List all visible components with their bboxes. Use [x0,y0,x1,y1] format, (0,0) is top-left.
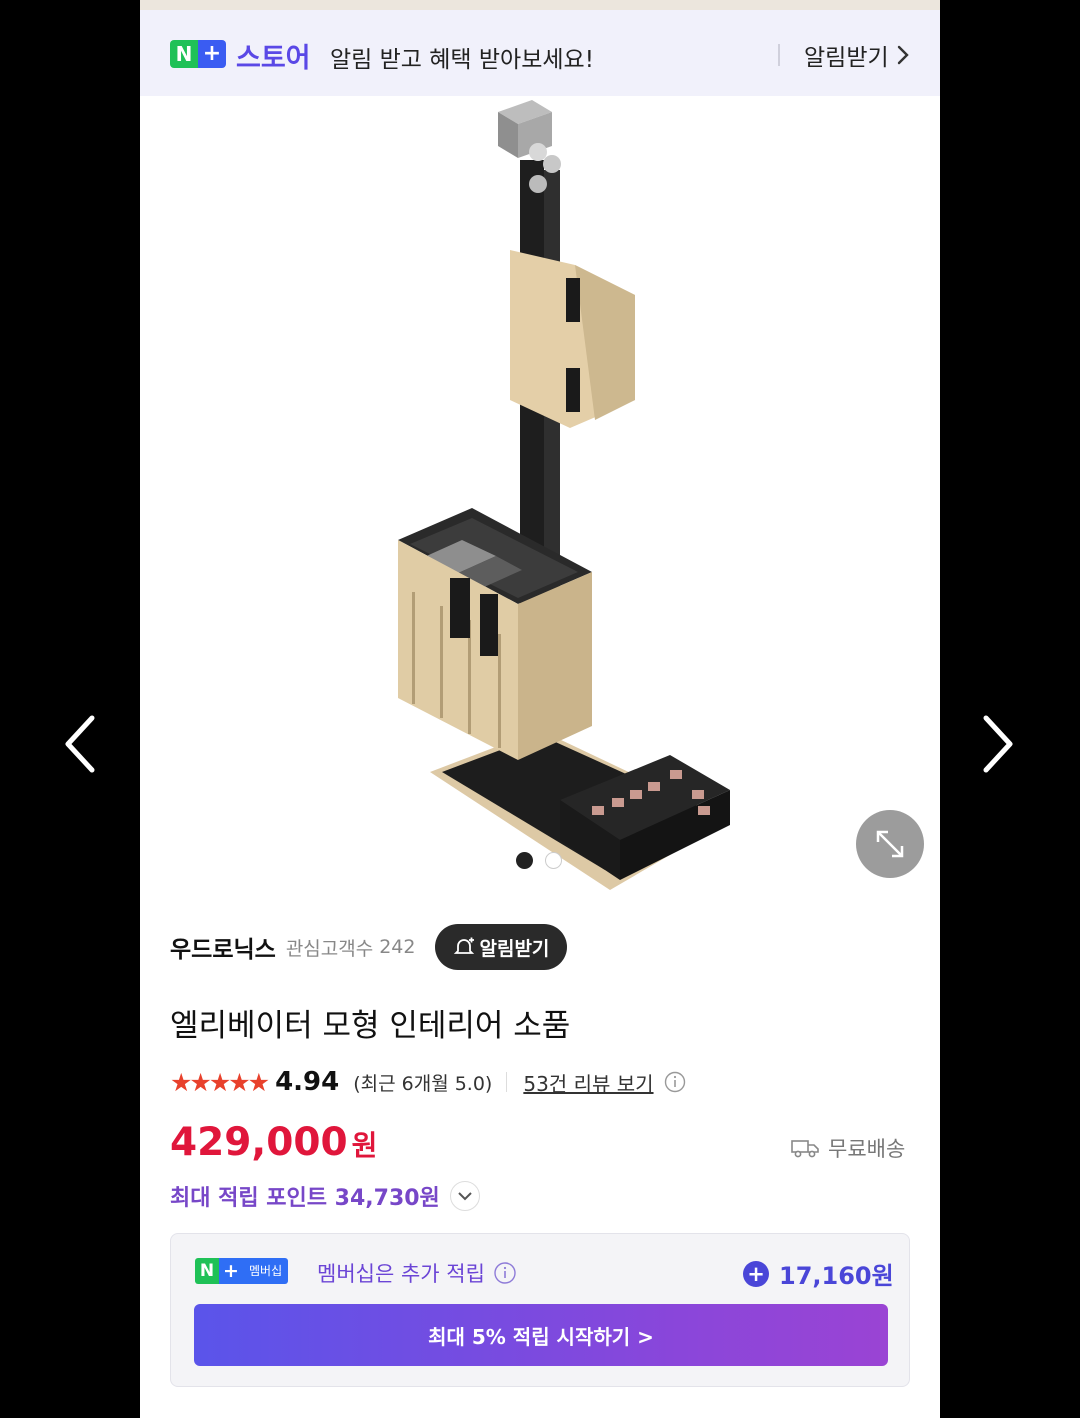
next-image-arrow-icon[interactable] [978,712,1018,776]
banner-divider [778,44,780,66]
membership-bonus-amount: 17,160원 [779,1262,894,1290]
price-row: 429,000 원 [170,1120,377,1165]
seller-notify-label: 알림받기 [479,937,550,960]
plus-circle-icon: + [743,1260,769,1287]
logo-plus: + [198,40,226,68]
follower-count: 242 [379,936,416,958]
shipping-info: 무료배송 [790,1133,905,1163]
shipping-label: 무료배송 [828,1137,906,1161]
naver-plus-membership-badge: N + 멤버십 [195,1258,289,1284]
image-pagination [516,852,562,869]
product-image[interactable] [360,100,740,890]
pagination-dot[interactable] [545,852,562,869]
info-icon[interactable] [664,1071,686,1093]
rating-stars: ★★★★★ [170,1067,270,1097]
top-strip [140,0,940,10]
banner-notify-label: 알림받기 [804,45,889,71]
expand-arrows-icon [876,830,904,858]
banner-message: 알림 받고 혜택 받아보세요! [330,47,594,73]
price-value: 429,000 [170,1120,348,1165]
store-notify-banner: N + 스토어 알림 받고 혜택 받아보세요! 알림받기 [140,10,940,96]
prev-image-arrow-icon[interactable] [60,712,100,776]
membership-text: 멤버십은 추가 적립 [317,1258,517,1288]
badge-n: N [195,1258,219,1284]
rating-divider [506,1072,508,1092]
badge-membership-label: 멤버십 [243,1258,289,1284]
points-row: 최대 적립 포인트 34,730원 [170,1180,480,1212]
points-expand-button[interactable] [449,1181,480,1211]
badge-plus: + [219,1258,243,1284]
follower-label: 관심고객수 [285,937,374,960]
pagination-dot-active[interactable] [516,852,533,869]
price-currency: 원 [351,1129,378,1162]
seller-row: 우드로닉스 관심고객수 242 알림받기 [170,922,568,972]
product-page: N + 스토어 알림 받고 혜택 받아보세요! 알림받기 우드로닉스 관심고객수… [140,0,940,1418]
rating-row: ★★★★★ 4.94 (최근 6개월 5.0) 53건 리뷰 보기 [170,1064,686,1100]
membership-box: N + 멤버십 멤버십은 추가 적립 + 17,160원 최대 5% 적립 시작… [170,1233,910,1387]
banner-notify-link[interactable]: 알림받기 [804,38,909,72]
membership-bonus: + 17,160원 [743,1256,894,1291]
store-label: 스토어 [236,43,311,74]
bell-plus-icon [454,937,475,954]
expand-image-button[interactable] [856,810,924,878]
rating-recent: (최근 6개월 5.0) [353,1072,493,1095]
chevron-right-icon [897,45,909,65]
rating-value: 4.94 [275,1067,340,1097]
points-text: 최대 적립 포인트 34,730원 [170,1186,440,1211]
naver-plus-logo: N + [170,40,226,68]
product-title: 엘리베이터 모형 인테리어 소품 [170,1008,571,1044]
chevron-down-icon [458,1192,472,1201]
info-icon[interactable] [493,1261,517,1285]
membership-text-label: 멤버십은 추가 적립 [317,1262,485,1286]
seller-name[interactable]: 우드로닉스 [170,930,276,964]
seller-notify-button[interactable]: 알림받기 [435,924,568,970]
logo-n: N [170,40,198,68]
start-points-button[interactable]: 최대 5% 적립 시작하기 > [194,1304,888,1366]
truck-icon [791,1140,819,1158]
review-link[interactable]: 53건 리뷰 보기 [523,1068,653,1097]
